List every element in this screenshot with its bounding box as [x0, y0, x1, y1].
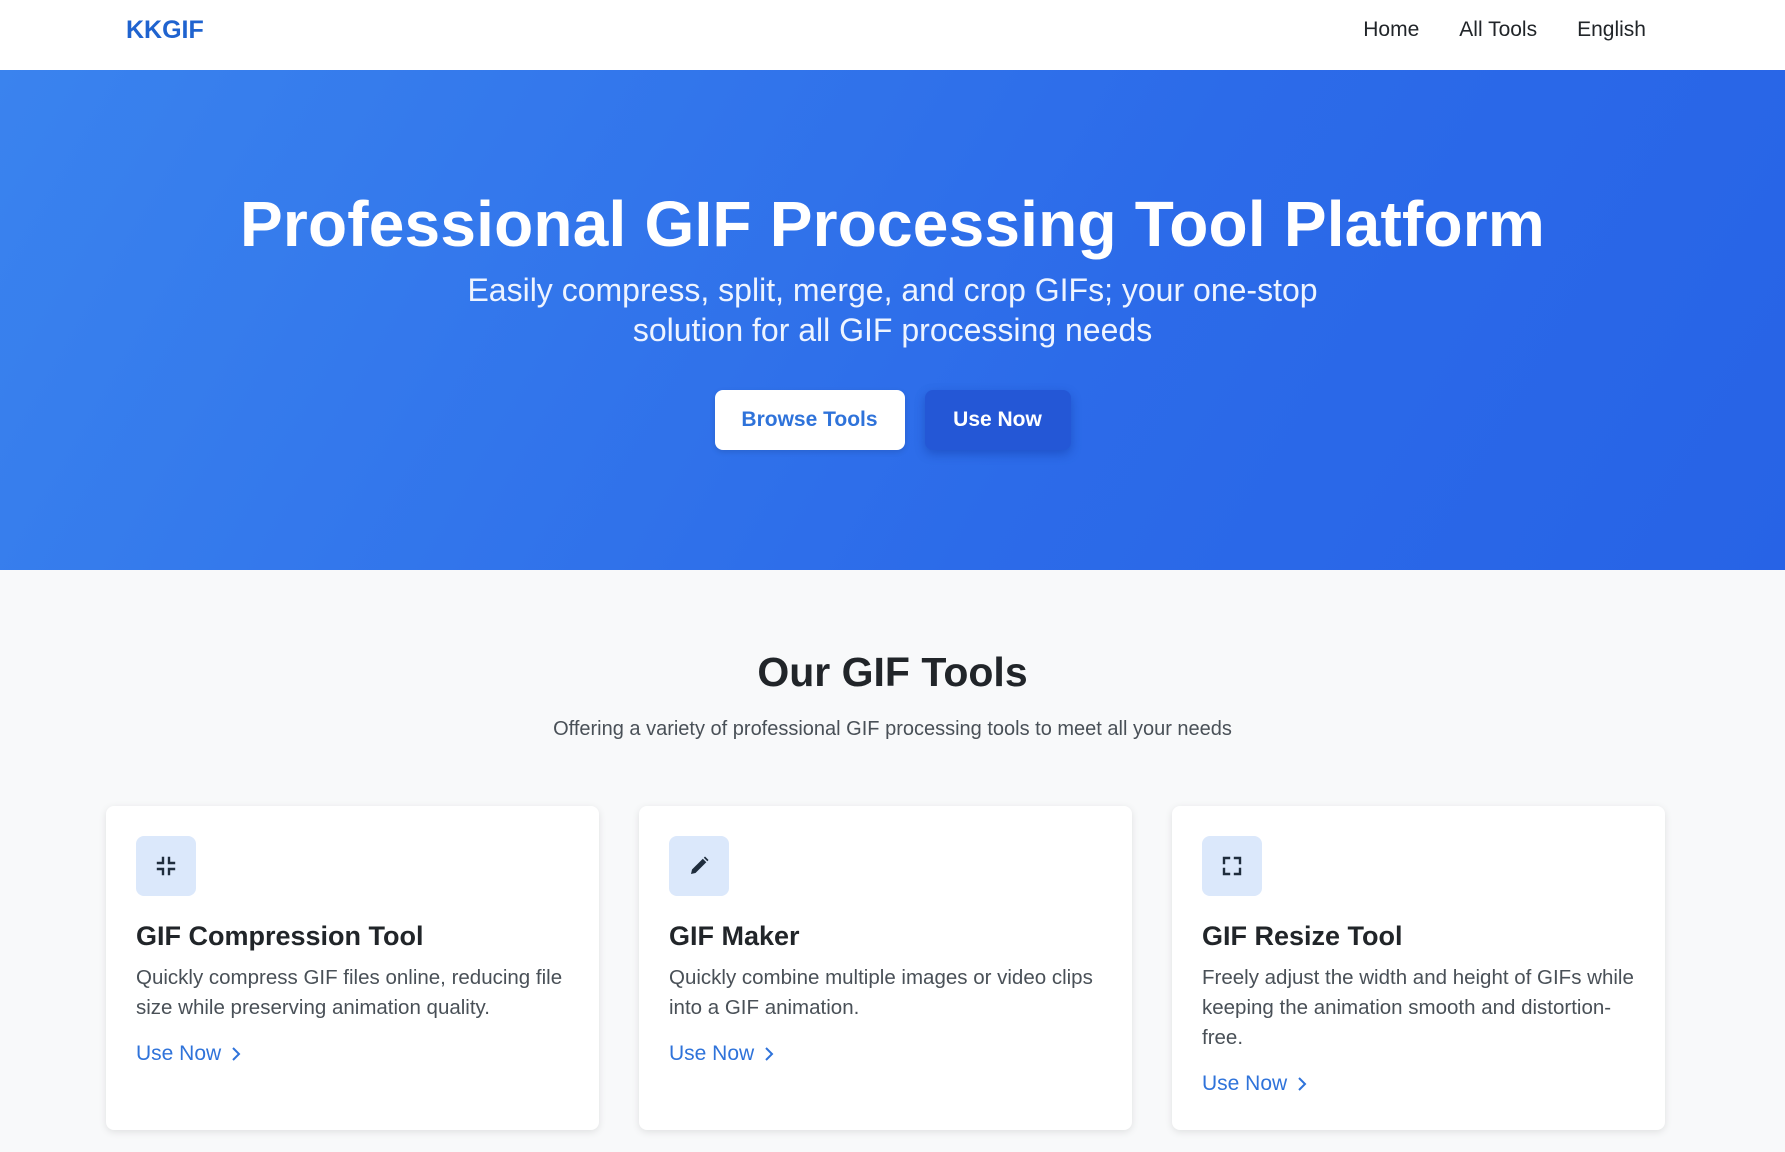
tools-section: Our GIF Tools Offering a variety of prof…: [0, 570, 1785, 1152]
hero-actions: Browse Tools Use Now: [0, 390, 1785, 450]
card-description: Quickly combine multiple images or video…: [669, 966, 1093, 1019]
chevron-right-icon: [1298, 1077, 1307, 1091]
chevron-right-icon: [232, 1047, 241, 1061]
card-link-label: Use Now: [1202, 1072, 1288, 1095]
page: KKGIF Home All Tools English Professiona…: [0, 0, 1785, 1152]
nav-links: Home All Tools English: [1363, 14, 1646, 46]
hero-section: Professional GIF Processing Tool Platfor…: [0, 70, 1785, 570]
pencil-icon: [669, 836, 729, 896]
section-title: Our GIF Tools: [757, 649, 1028, 695]
section-subtitle: Offering a variety of professional GIF p…: [553, 718, 1232, 740]
tool-card-resize: GIF Resize Tool Freely adjust the width …: [1172, 806, 1665, 1130]
hero-subtitle: Easily compress, split, merge, and crop …: [467, 272, 1318, 348]
resize-icon: [1202, 836, 1262, 896]
card-use-now-link[interactable]: Use Now: [669, 1039, 774, 1069]
card-title: GIF Resize Tool: [1202, 921, 1403, 951]
card-use-now-link[interactable]: Use Now: [136, 1039, 241, 1069]
card-use-now-link[interactable]: Use Now: [1202, 1069, 1307, 1099]
nav-link-home[interactable]: Home: [1363, 14, 1419, 46]
card-link-label: Use Now: [136, 1042, 222, 1065]
tool-card-compression: GIF Compression Tool Quickly compress GI…: [106, 806, 599, 1130]
brand-logo[interactable]: KKGIF: [126, 14, 204, 46]
hero-title: Professional GIF Processing Tool Platfor…: [239, 188, 1546, 260]
browse-tools-button[interactable]: Browse Tools: [714, 390, 905, 450]
tool-cards: GIF Compression Tool Quickly compress GI…: [106, 806, 1665, 1130]
language-selector[interactable]: English: [1577, 14, 1646, 46]
navbar: KKGIF Home All Tools English: [0, 0, 1785, 70]
use-now-button[interactable]: Use Now: [924, 390, 1071, 450]
card-description: Quickly compress GIF files online, reduc…: [136, 966, 563, 1019]
card-title: GIF Compression Tool: [136, 921, 424, 951]
nav-link-all-tools[interactable]: All Tools: [1459, 14, 1537, 46]
card-title: GIF Maker: [669, 921, 800, 951]
card-description: Freely adjust the width and height of GI…: [1202, 966, 1634, 1049]
chevron-right-icon: [765, 1047, 774, 1061]
compress-icon: [136, 836, 196, 896]
card-link-label: Use Now: [669, 1042, 755, 1065]
tool-card-maker: GIF Maker Quickly combine multiple image…: [639, 806, 1132, 1130]
